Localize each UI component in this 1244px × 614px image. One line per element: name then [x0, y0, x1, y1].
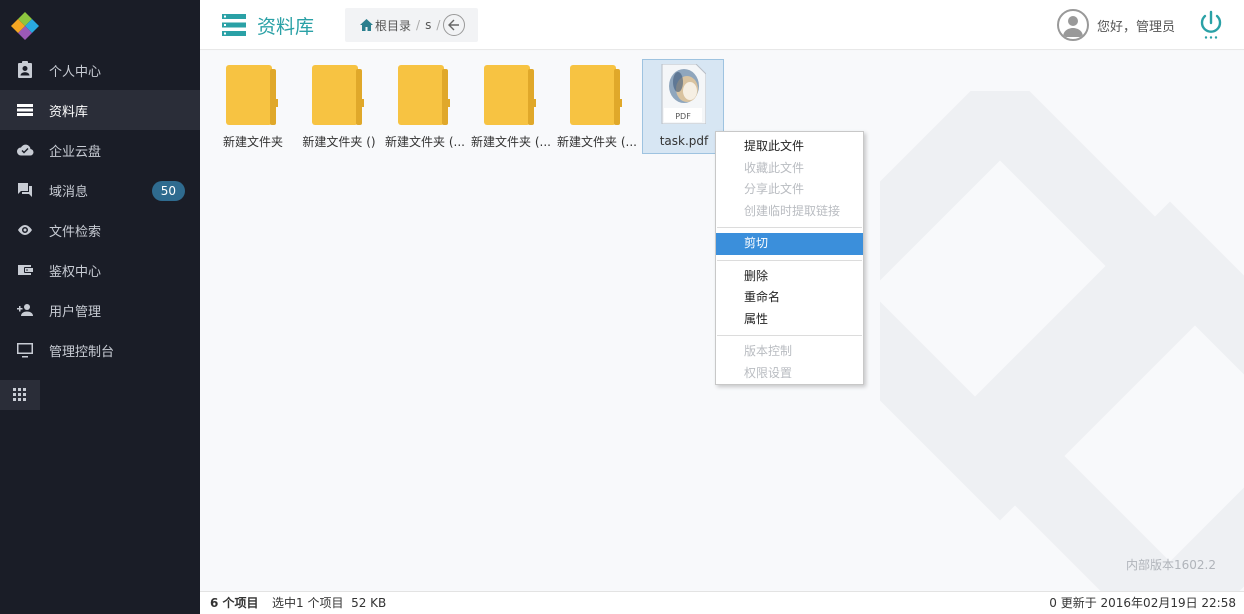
contact-card-icon — [16, 61, 34, 79]
folder-item[interactable]: 新建文件夹 () — [298, 59, 380, 154]
grid-icon — [13, 388, 26, 401]
menu-item-properties[interactable]: 属性 — [716, 309, 863, 331]
folder-item[interactable]: 新建文件夹 (... — [470, 59, 552, 154]
folder-icon — [312, 65, 364, 125]
sidebar-item-label: 文件检索 — [49, 224, 102, 240]
last-updated: 0 更新于 2016年02月19日 22:58 — [1049, 596, 1236, 610]
eye-icon — [16, 221, 34, 239]
status-bar: 6 个项目 选中1 个项目 52 KB 0 更新于 2016年02月19日 22… — [200, 591, 1244, 614]
sidebar-item-label: 企业云盘 — [49, 144, 102, 160]
chat-icon — [16, 181, 34, 199]
menu-divider — [717, 335, 862, 336]
file-name: 新建文件夹 — [222, 135, 283, 149]
folder-icon — [570, 65, 622, 125]
pdf-file-item[interactable]: PDF task.pdf — [642, 59, 724, 154]
pdf-icon-label: PDF — [675, 112, 691, 121]
folder-item[interactable]: 新建文件夹 (... — [556, 59, 638, 154]
home-icon[interactable] — [360, 19, 373, 31]
app-logo-icon[interactable] — [10, 10, 40, 40]
build-version: 内部版本1602.2 — [1126, 558, 1216, 572]
menu-item-permission-settings[interactable]: 权限设置 — [716, 363, 863, 385]
file-name: 新建文件夹 (... — [385, 135, 465, 149]
menu-item-favorite-file[interactable]: 收藏此文件 — [716, 158, 863, 180]
breadcrumb: 根目录 / s / — [345, 8, 478, 42]
sidebar-item-admin-console[interactable]: 管理控制台 — [0, 330, 200, 370]
add-user-icon — [16, 301, 34, 319]
sidebar-item-domain-messages[interactable]: 域消息 50 — [0, 170, 200, 210]
sidebar-item-enterprise-cloud[interactable]: 企业云盘 — [0, 130, 200, 170]
menu-item-version-control[interactable]: 版本控制 — [716, 341, 863, 363]
folder-icon — [398, 65, 450, 125]
sidebar-item-label: 资料库 — [49, 104, 89, 120]
storage-icon — [16, 101, 34, 119]
menu-item-share-file[interactable]: 分享此文件 — [716, 179, 863, 201]
sidebar-item-label: 鉴权中心 — [49, 264, 102, 280]
wallet-icon — [16, 261, 34, 279]
sidebar-item-label: 管理控制台 — [49, 344, 115, 360]
sidebar-item-auth-center[interactable]: 鉴权中心 — [0, 250, 200, 290]
item-count: 6 个项目 — [210, 596, 259, 610]
file-name: 新建文件夹 () — [302, 135, 376, 149]
user-menu[interactable]: 您好，管理员 — [1057, 9, 1175, 41]
pdf-file-icon: PDF — [661, 64, 706, 124]
folder-item[interactable]: 新建文件夹 — [212, 59, 294, 154]
power-icon[interactable] — [1197, 10, 1225, 40]
user-greeting[interactable]: 您好，管理员 — [1097, 16, 1175, 35]
menu-item-create-temp-link[interactable]: 创建临时提取链接 — [716, 201, 863, 223]
sidebar: 个人中心 资料库 企业云盘 域消息 50 文件检索 鉴权中心 用户管理 管理控制… — [0, 0, 200, 614]
breadcrumb-root[interactable]: 根目录 — [375, 17, 411, 34]
context-menu: 提取此文件 收藏此文件 分享此文件 创建临时提取链接 剪切 删除 重命名 属性 … — [715, 131, 864, 385]
arrow-left-icon — [448, 19, 459, 31]
menu-divider — [717, 227, 862, 228]
cloud-check-icon — [16, 141, 34, 159]
library-list-icon — [222, 14, 246, 36]
selection-info: 选中1 个项目 52 KB — [272, 596, 387, 610]
breadcrumb-separator: / — [416, 18, 421, 32]
file-name: 新建文件夹 (... — [557, 135, 637, 149]
background-watermark — [880, 91, 1244, 591]
sidebar-item-label: 个人中心 — [49, 64, 102, 80]
page-title: 资料库 — [257, 16, 315, 38]
sidebar-item-label: 域消息 — [49, 184, 89, 200]
menu-item-cut[interactable]: 剪切 — [716, 233, 863, 255]
menu-item-rename[interactable]: 重命名 — [716, 287, 863, 309]
folder-icon — [484, 65, 536, 125]
menu-divider — [717, 259, 862, 261]
user-icon — [1063, 16, 1083, 37]
sidebar-item-file-search[interactable]: 文件检索 — [0, 210, 200, 250]
breadcrumb-folder[interactable]: s — [425, 18, 431, 32]
back-button[interactable] — [443, 14, 465, 36]
menu-item-extract-file[interactable]: 提取此文件 — [716, 136, 863, 158]
sidebar-item-label: 用户管理 — [49, 304, 102, 320]
sidebar-item-personal-center[interactable]: 个人中心 — [0, 50, 200, 90]
folder-icon — [226, 65, 278, 125]
breadcrumb-separator: / — [436, 18, 441, 32]
message-count-badge: 50 — [151, 181, 185, 201]
file-name: 新建文件夹 (... — [471, 135, 551, 149]
menu-item-delete[interactable]: 删除 — [716, 266, 863, 288]
folder-item[interactable]: 新建文件夹 (... — [384, 59, 466, 154]
monitor-icon — [16, 341, 34, 359]
sidebar-item-library[interactable]: 资料库 — [0, 90, 200, 130]
top-header: 资料库 根目录 / s / 您好，管理员 — [200, 0, 1244, 50]
sidebar-nav: 个人中心 资料库 企业云盘 域消息 50 文件检索 鉴权中心 用户管理 管理控制… — [0, 50, 200, 370]
sidebar-item-user-management[interactable]: 用户管理 — [0, 290, 200, 330]
apps-grid-button[interactable] — [0, 380, 40, 410]
avatar[interactable] — [1057, 9, 1089, 41]
